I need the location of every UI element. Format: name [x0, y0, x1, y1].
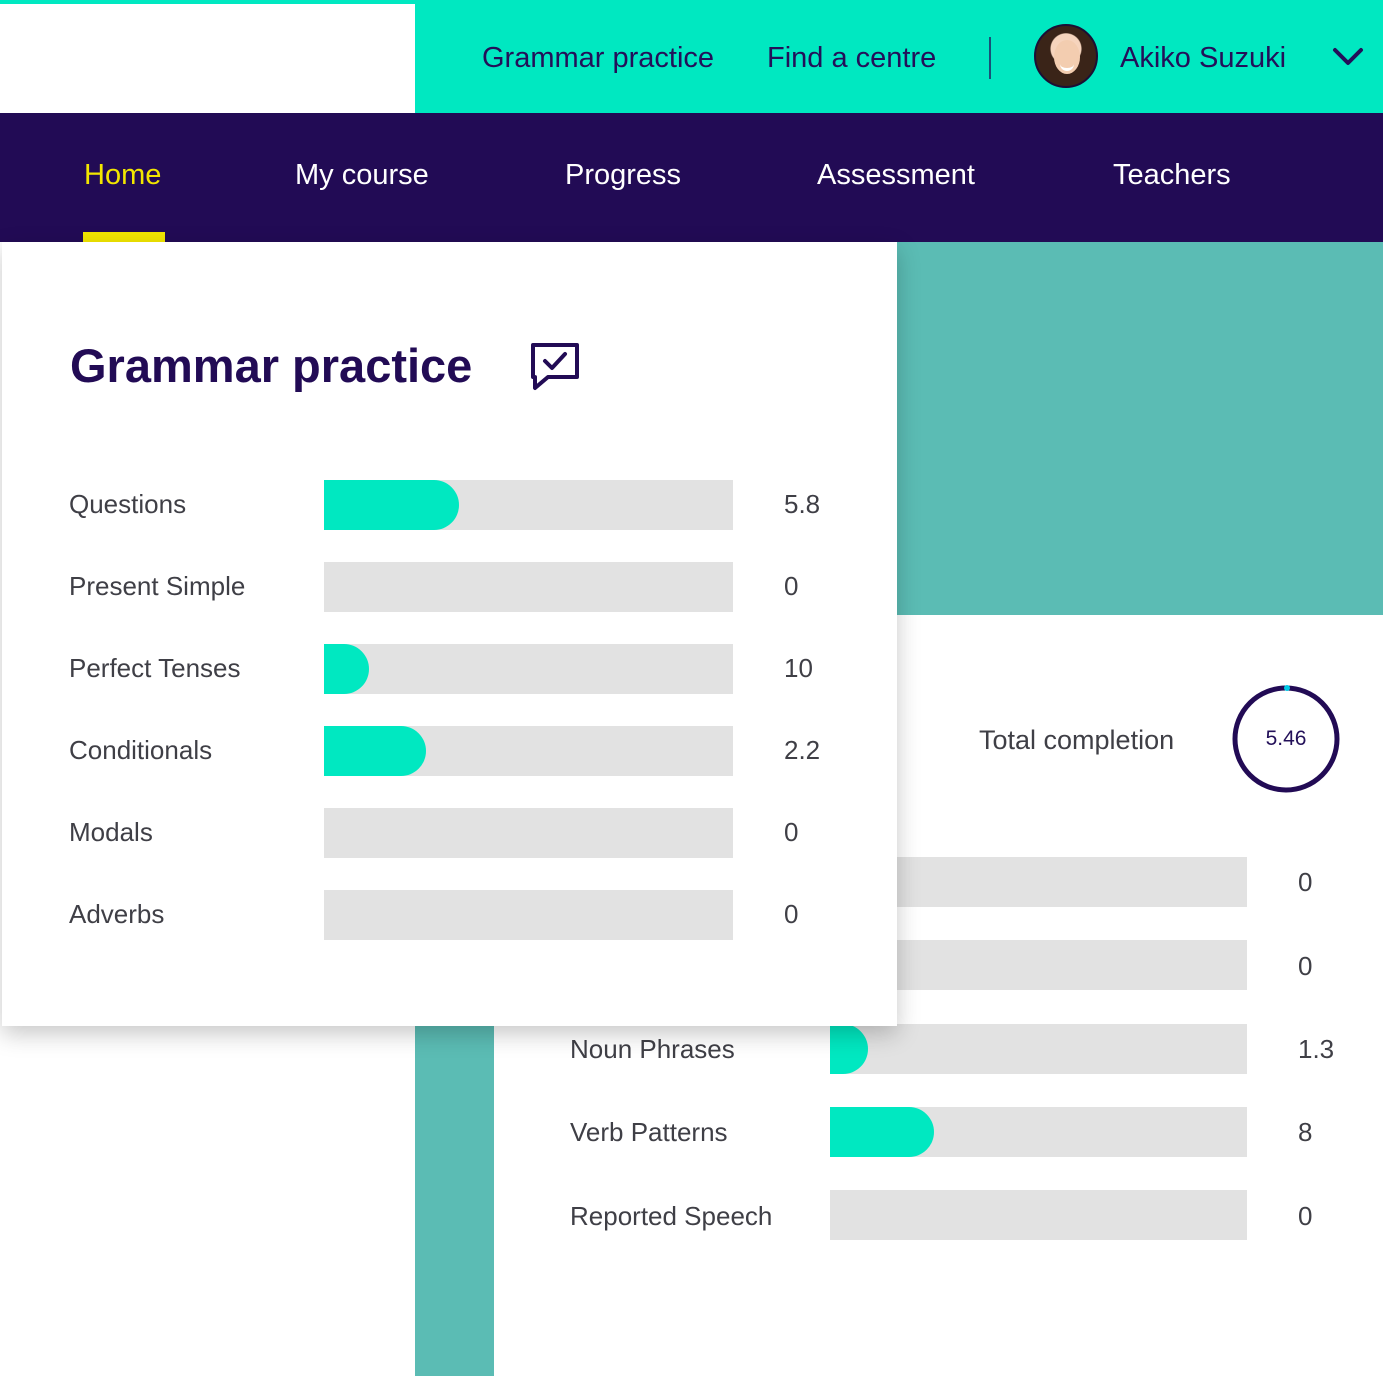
row-label-modals: Modals [69, 817, 153, 847]
active-tab-indicator [83, 232, 165, 242]
row-value: 0 [784, 899, 799, 929]
progress-bar-fill [830, 1024, 868, 1074]
nav-item-home[interactable]: Home [84, 157, 161, 193]
progress-bar [830, 1190, 1247, 1240]
top-bar: Grammar practice Find a centre Akiko Suz… [415, 0, 1383, 113]
progress-bar-fill [324, 644, 369, 694]
chat-check-icon [531, 343, 579, 390]
grammar-practice-link[interactable]: Grammar practice [482, 40, 714, 76]
row-label-perfect-tenses: Perfect Tenses [69, 653, 241, 683]
progress-bar [830, 1107, 1247, 1157]
row-value: 0 [784, 817, 799, 847]
row-value: 0 [1298, 867, 1313, 897]
row-label-questions: Questions [69, 489, 187, 519]
row-value: 0 [784, 571, 799, 601]
row-label-present-simple: Present Simple [69, 571, 246, 601]
row-label-verb-patterns: Verb Patterns [570, 1117, 728, 1147]
progress-bar [324, 808, 733, 858]
progress-bar-fill [324, 726, 427, 776]
teal-background-strip [415, 1026, 494, 1376]
row-label-conditionals: Conditionals [69, 735, 213, 765]
nav-item-assessment[interactable]: Assessment [817, 157, 975, 193]
row-value: 0 [1298, 951, 1313, 981]
row-label-noun-phrases: Noun Phrases [570, 1034, 735, 1064]
progress-bar-fill [830, 1107, 935, 1157]
progress-bar [830, 1024, 1247, 1074]
row-value: 5.8 [784, 489, 821, 519]
card-title: Grammar practice [70, 339, 473, 392]
chevron-down-icon[interactable] [1332, 46, 1364, 68]
total-completion-label: Total completion [979, 725, 1175, 755]
total-completion-value: 5.46 [1265, 727, 1307, 750]
progress-bar [324, 562, 733, 612]
row-label-adverbs: Adverbs [69, 899, 165, 929]
row-label-reported-speech: Reported Speech [570, 1201, 773, 1231]
row-value: 8 [1298, 1117, 1313, 1147]
progress-bar [324, 726, 733, 776]
grammar-practice-card: Grammar practice Questions Present Simpl… [2, 242, 897, 1026]
user-avatar[interactable] [1034, 24, 1098, 88]
topbar-divider [989, 37, 991, 79]
user-name[interactable]: Akiko Suzuki [1120, 40, 1286, 76]
progress-bar-fill [324, 480, 459, 530]
topbar-accent-strip [0, 0, 415, 4]
row-value: 0 [1298, 1201, 1313, 1231]
row-value: 1.3 [1298, 1034, 1335, 1064]
find-a-centre-link[interactable]: Find a centre [767, 40, 936, 76]
nav-item-teachers[interactable]: Teachers [1113, 157, 1231, 193]
row-value: 2.2 [784, 735, 821, 765]
progress-bar [324, 480, 733, 530]
row-value: 10 [784, 653, 813, 683]
main-nav: Home My course Progress Assessment Teach… [0, 113, 1383, 242]
progress-bar [324, 890, 733, 940]
progress-bar [324, 644, 733, 694]
nav-item-my-course[interactable]: My course [295, 157, 429, 193]
nav-item-progress[interactable]: Progress [565, 157, 681, 193]
